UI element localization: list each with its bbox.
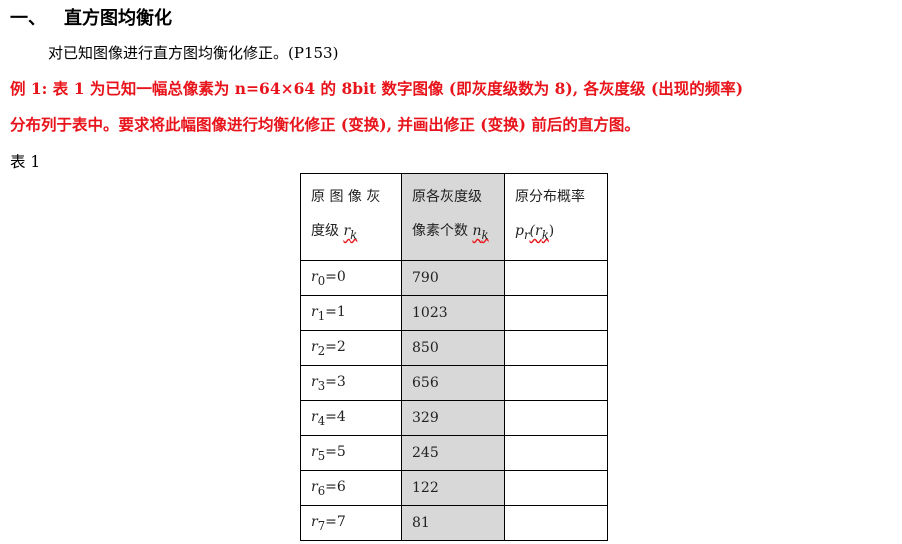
cell-level-value: =7 <box>325 513 346 530</box>
cell-pixel-count: 1023 <box>401 295 505 331</box>
symbol-r-sub: k <box>350 227 358 242</box>
cell-level-symbol: r <box>311 373 318 390</box>
section-heading: 一、 直方图均衡化 <box>10 4 172 30</box>
header-probability-line1: 原分布概率 <box>515 189 585 205</box>
cell-level-sub: 3 <box>317 378 326 393</box>
cell-level-sub: 4 <box>317 413 326 428</box>
table-row: r6=6 122 <box>300 470 608 506</box>
cell-gray-level: r6=6 <box>300 470 402 506</box>
table-caption: 表 1 <box>10 153 41 171</box>
cell-probability <box>504 505 608 541</box>
cell-probability <box>504 260 608 296</box>
header-pixel-count-text: 像素个数 <box>412 223 473 239</box>
cell-level-value: =4 <box>325 408 346 425</box>
table-header-row: 原 图 像 灰 度级 rk 原各灰度级 像素个数 nk 原分布概率 pr(rk) <box>300 173 608 261</box>
cell-probability <box>504 470 608 506</box>
cell-pixel-count: 122 <box>401 470 505 506</box>
cell-pixel-count: 790 <box>401 260 505 296</box>
cell-gray-level: r5=5 <box>300 435 402 471</box>
header-probability-line2: pr(rk) <box>515 214 607 252</box>
header-pixel-count-line1: 原各灰度级 <box>412 189 482 205</box>
cell-level-value: =6 <box>325 478 346 495</box>
table-row: r3=3 656 <box>300 365 608 401</box>
cell-gray-level: r4=4 <box>300 400 402 436</box>
cell-level-value: =5 <box>325 443 346 460</box>
cell-level-sub: 2 <box>317 343 326 358</box>
cell-level-symbol: r <box>311 478 318 495</box>
cell-level-symbol: r <box>311 338 318 355</box>
cell-gray-level: r1=1 <box>300 295 402 331</box>
cell-level-value: =2 <box>325 338 346 355</box>
cell-level-symbol: r <box>311 268 318 285</box>
symbol-rk-sub: k <box>541 227 549 242</box>
cell-probability <box>504 435 608 471</box>
table-row: r7=7 81 <box>300 505 608 541</box>
header-gray-level-line2: 度级 rk <box>311 214 401 252</box>
cell-level-sub: 1 <box>317 308 326 323</box>
cell-level-sub: 7 <box>317 518 326 533</box>
example-line-2: 分布列于表中。要求将此幅图像进行均衡化修正 (变换), 并画出修正 (变换) 前… <box>10 115 640 134</box>
cell-level-value: =3 <box>325 373 346 390</box>
gray-level-table: 原 图 像 灰 度级 rk 原各灰度级 像素个数 nk 原分布概率 pr(rk)… <box>300 173 608 541</box>
cell-level-symbol: r <box>311 513 318 530</box>
cell-probability <box>504 365 608 401</box>
header-gray-level-line1: 原 图 像 灰 <box>311 189 381 205</box>
cell-level-sub: 6 <box>317 483 326 498</box>
cell-level-value: =0 <box>325 268 346 285</box>
table-row: r1=1 1023 <box>300 295 608 331</box>
cell-pixel-count: 329 <box>401 400 505 436</box>
section-title: 直方图均衡化 <box>64 8 172 29</box>
cell-gray-level: r0=0 <box>300 260 402 296</box>
symbol-n-sub: k <box>481 227 489 242</box>
header-gray-level: 原 图 像 灰 度级 rk <box>300 173 402 261</box>
cell-probability <box>504 400 608 436</box>
cell-pixel-count: 656 <box>401 365 505 401</box>
cell-probability <box>504 295 608 331</box>
cell-level-symbol: r <box>311 303 318 320</box>
symbol-close-paren: ) <box>548 223 555 239</box>
symbol-r: rk <box>343 223 358 242</box>
cell-probability <box>504 330 608 366</box>
cell-level-symbol: r <box>311 408 318 425</box>
cell-level-sub: 5 <box>317 448 326 463</box>
cell-gray-level: r3=3 <box>300 365 402 401</box>
symbol-n: nk <box>472 223 489 242</box>
cell-pixel-count: 850 <box>401 330 505 366</box>
cell-gray-level: r7=7 <box>300 505 402 541</box>
table-row: r0=0 790 <box>300 260 608 296</box>
header-probability: 原分布概率 pr(rk) <box>504 173 608 261</box>
cell-gray-level: r2=2 <box>300 330 402 366</box>
symbol-rk: (rk <box>529 223 549 242</box>
intro-paragraph: 对已知图像进行直方图均衡化修正。(P153) <box>48 44 339 62</box>
header-pixel-count-line2: 像素个数 nk <box>412 214 504 252</box>
symbol-rk-letter: (r <box>529 223 542 239</box>
cell-pixel-count: 81 <box>401 505 505 541</box>
example-line-1: 例 1: 表 1 为已知一幅总像素为 n=64×64 的 8bit 数字图像 (… <box>10 79 744 98</box>
table-row: r2=2 850 <box>300 330 608 366</box>
table-row: r5=5 245 <box>300 435 608 471</box>
symbol-p: p <box>515 223 524 239</box>
table-row: r4=4 329 <box>300 400 608 436</box>
cell-level-value: =1 <box>325 303 346 320</box>
cell-level-symbol: r <box>311 443 318 460</box>
cell-pixel-count: 245 <box>401 435 505 471</box>
cell-level-sub: 0 <box>317 273 326 288</box>
header-gray-level-text: 度级 <box>311 223 344 239</box>
section-number: 一、 <box>10 8 46 29</box>
header-pixel-count: 原各灰度级 像素个数 nk <box>401 173 505 261</box>
